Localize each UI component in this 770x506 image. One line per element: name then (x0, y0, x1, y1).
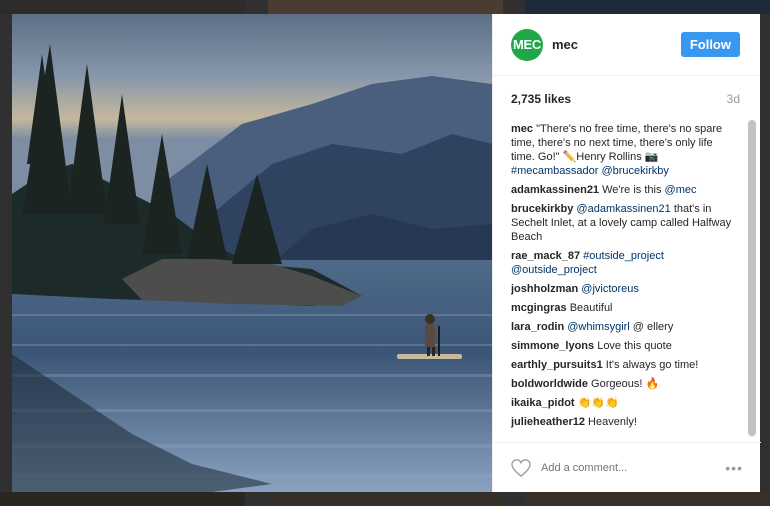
comment-username[interactable]: simmone_lyons (511, 340, 594, 352)
comment-username[interactable]: ikaika_pidot (511, 397, 575, 409)
comment-username[interactable]: julieheather12 (511, 416, 585, 428)
comment-mention[interactable]: @whimsygirl (564, 321, 630, 333)
feed-thumbnail[interactable] (0, 492, 245, 506)
post-modal: MEC mec Follow 2,735 likes 3d mec "There… (12, 14, 761, 492)
post-header: MEC mec Follow (493, 14, 760, 76)
comment-mention[interactable]: @adamkassinen21 (573, 203, 670, 215)
comment-username[interactable]: joshholzman (511, 283, 578, 295)
comments-scrollbar[interactable] (748, 120, 756, 438)
post-time[interactable]: 3d (727, 92, 740, 106)
comment-text: Heavenly! (584, 416, 637, 428)
comment-username[interactable]: brucekirkby (511, 203, 573, 215)
comment: ikaika_pidot 👏👏👏 (511, 396, 737, 410)
comment-username[interactable]: mcgingras (511, 302, 567, 314)
comment-text: Gorgeous! 🔥 (588, 378, 660, 390)
scrollbar-thumb[interactable] (748, 120, 756, 436)
add-comment-input[interactable] (541, 461, 726, 474)
feed-thumbnail[interactable] (268, 492, 503, 506)
comment-username[interactable]: earthly_pursuits1 (511, 359, 603, 371)
comment: adamkassinen21 We're is this @mec (511, 183, 737, 197)
likes-count[interactable]: 2,735 likes (511, 92, 571, 106)
comment: rae_mack_87 #outside_project @outside_pr… (511, 249, 737, 277)
comment-text: Love this quote (594, 340, 672, 352)
comment-username[interactable]: adamkassinen21 (511, 184, 599, 196)
caption: mec "There's no free time, there's no sp… (511, 122, 737, 178)
comment: earthly_pursuits1 It's always go time! (511, 358, 737, 372)
feed-thumbnail[interactable] (0, 0, 245, 14)
caption-tags[interactable]: #mecambassador @brucekirkby (511, 165, 669, 177)
comment-text: @ ellery (629, 321, 674, 333)
comment: lara_rodin @whimsygirl @ ellery (511, 320, 737, 334)
comment: joshholzman @jvictoreus (511, 282, 737, 296)
comment-username[interactable]: rae_mack_87 (511, 250, 580, 262)
comment-username[interactable]: mec (511, 123, 533, 135)
comment-mention[interactable]: @mec (665, 184, 697, 196)
comment-username[interactable]: boldworldwide (511, 378, 588, 390)
feed-thumbnail[interactable] (525, 0, 770, 14)
comment-text: 👏👏👏 (574, 397, 619, 409)
comment-username[interactable]: lara_rodin (511, 321, 564, 333)
post-photo[interactable] (12, 14, 492, 492)
post-sidebar: MEC mec Follow 2,735 likes 3d mec "There… (492, 14, 761, 492)
username-link[interactable]: mec (552, 37, 681, 52)
lake-paddleboard-photo (12, 14, 492, 492)
comment-list: mec "There's no free time, there's no sp… (511, 122, 737, 450)
comment-text: Beautiful (566, 302, 613, 314)
comment-text: It's always go time! (602, 359, 699, 371)
comment-mention[interactable]: @jvictoreus (578, 283, 639, 295)
comment-bar: ••• (493, 442, 761, 492)
feed-thumbnail[interactable] (268, 0, 503, 14)
comment: julieheather12 Heavenly! (511, 415, 737, 429)
heart-icon[interactable] (511, 458, 531, 477)
comment: mcgingras Beautiful (511, 301, 737, 315)
comment: simmone_lyons Love this quote (511, 339, 737, 353)
comment: boldworldwide Gorgeous! 🔥 (511, 377, 737, 391)
caption-text: "There's no free time, there's no spare … (511, 123, 723, 163)
comment-text: We're is this (599, 184, 665, 196)
avatar[interactable]: MEC (511, 28, 543, 61)
more-options-icon[interactable]: ••• (725, 460, 743, 476)
follow-button[interactable]: Follow (680, 32, 740, 57)
comment: brucekirkby @adamkassinen21 that's in Se… (511, 202, 737, 244)
feed-thumbnail[interactable] (525, 492, 770, 506)
post-stats: 2,735 likes 3d (493, 76, 760, 122)
